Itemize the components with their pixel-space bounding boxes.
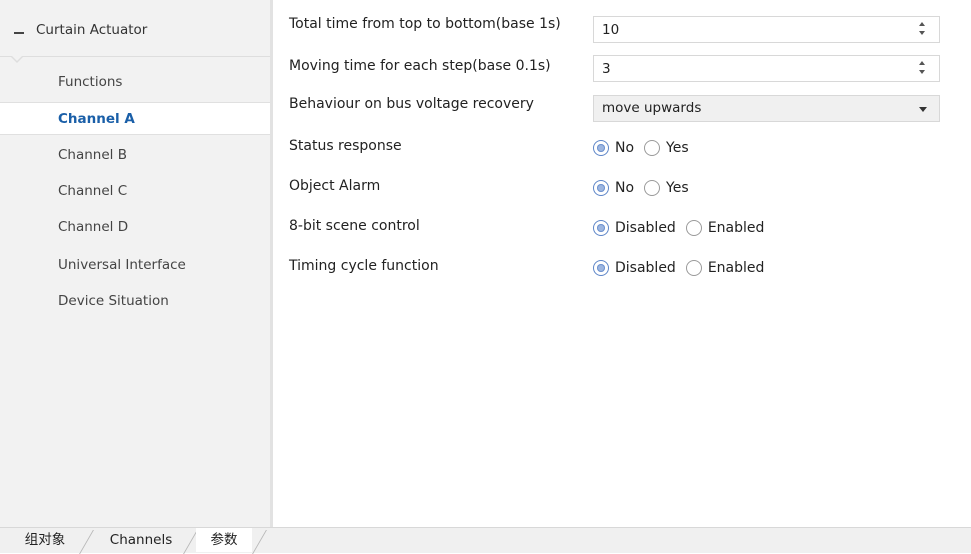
tab-parameters[interactable]: 参数 [196,528,252,552]
bus-recovery-selected-value: move upwards [602,100,702,116]
radio-checked[interactable] [593,220,609,236]
param-label-bus-recovery: Behaviour on bus voltage recovery [289,96,534,112]
tree-root-curtain-actuator[interactable]: Curtain Actuator [0,12,270,56]
scene-control-radio-group: Disabled Enabled [593,214,774,242]
total-time-spinbox[interactable] [593,16,940,43]
timing-cycle-radio-group: Disabled Enabled [593,254,774,282]
sidebar-item-universal-interface[interactable]: Universal Interface [0,249,270,281]
param-row-object-alarm: Object Alarm No Yes [289,174,939,202]
tree-notch-decoration [10,55,24,64]
parameter-panel: Total time from top to bottom(base 1s) M… [273,0,971,527]
param-label-status-response: Status response [289,138,402,154]
spin-up-icon[interactable] [919,22,925,26]
step-time-spinbox[interactable] [593,55,940,82]
radio-unchecked[interactable] [644,180,661,196]
sidebar-item-functions[interactable]: Functions [0,66,270,98]
tab-channels[interactable]: Channels [96,528,186,552]
radio-unchecked[interactable] [644,140,661,156]
param-label-object-alarm: Object Alarm [289,178,381,194]
spin-arrows-icon[interactable] [919,22,927,38]
radio-unchecked[interactable] [685,260,702,276]
sidebar-item-channel-d[interactable]: Channel D [0,211,270,243]
radio-checked[interactable] [593,260,609,276]
param-row-bus-recovery: Behaviour on bus voltage recovery move u… [289,95,940,123]
status-response-no-option[interactable]: No [593,140,634,156]
parameter-tree-sidebar: Curtain Actuator Functions Channel A Cha… [0,0,273,527]
sidebar-item-channel-b[interactable]: Channel B [0,139,270,171]
param-row-scene-control: 8-bit scene control Disabled Enabled [289,214,939,242]
tab-separator [252,530,267,554]
bottom-tab-bar: 组对象 Channels 参数 [0,527,971,554]
chevron-down-icon[interactable] [919,107,927,112]
radio-label-no: No [615,140,635,156]
tree-divider [0,56,270,57]
param-label-step-time: Moving time for each step(base 0.1s) [289,58,551,74]
status-response-radio-group: No Yes [593,134,699,162]
spin-down-icon[interactable] [919,70,925,74]
spin-arrows-icon[interactable] [919,61,927,77]
radio-label-enabled: Enabled [707,260,765,276]
tree-root-label: Curtain Actuator [36,22,148,38]
param-row-timing-cycle: Timing cycle function Disabled Enabled [289,254,939,282]
tab-group-objects[interactable]: 组对象 [14,528,76,552]
radio-label-disabled: Disabled [615,260,676,276]
radio-label-enabled: Enabled [707,220,765,236]
sidebar-item-channel-a[interactable]: Channel A [0,102,270,135]
step-time-input[interactable] [594,56,910,81]
sidebar-item-device-situation[interactable]: Device Situation [0,285,270,317]
spin-up-icon[interactable] [919,61,925,65]
radio-unchecked[interactable] [685,220,702,236]
tab-separator [79,530,94,554]
collapse-minus-icon[interactable] [14,32,24,34]
param-label-timing-cycle: Timing cycle function [289,258,439,274]
param-label-scene-control: 8-bit scene control [289,218,420,234]
total-time-input[interactable] [594,17,910,42]
param-row-step-time: Moving time for each step(base 0.1s) [289,55,940,83]
sidebar-item-channel-c[interactable]: Channel C [0,175,270,207]
scene-control-enabled-option[interactable]: Enabled [685,220,765,236]
timing-cycle-enabled-option[interactable]: Enabled [685,260,765,276]
object-alarm-radio-group: No Yes [593,174,699,202]
radio-label-no: No [615,180,635,196]
radio-label-yes: Yes [666,180,689,196]
param-label-total-time: Total time from top to bottom(base 1s) [289,16,561,32]
radio-label-disabled: Disabled [615,220,676,236]
spin-down-icon[interactable] [919,31,925,35]
object-alarm-yes-option[interactable]: Yes [644,180,689,196]
object-alarm-no-option[interactable]: No [593,180,634,196]
timing-cycle-disabled-option[interactable]: Disabled [593,260,676,276]
param-row-status-response: Status response No Yes [289,134,939,162]
param-row-total-time: Total time from top to bottom(base 1s) [289,16,940,44]
radio-checked[interactable] [593,140,609,156]
status-response-yes-option[interactable]: Yes [644,140,689,156]
bus-recovery-dropdown[interactable]: move upwards [593,95,940,122]
radio-label-yes: Yes [666,140,689,156]
scene-control-disabled-option[interactable]: Disabled [593,220,676,236]
radio-checked[interactable] [593,180,609,196]
